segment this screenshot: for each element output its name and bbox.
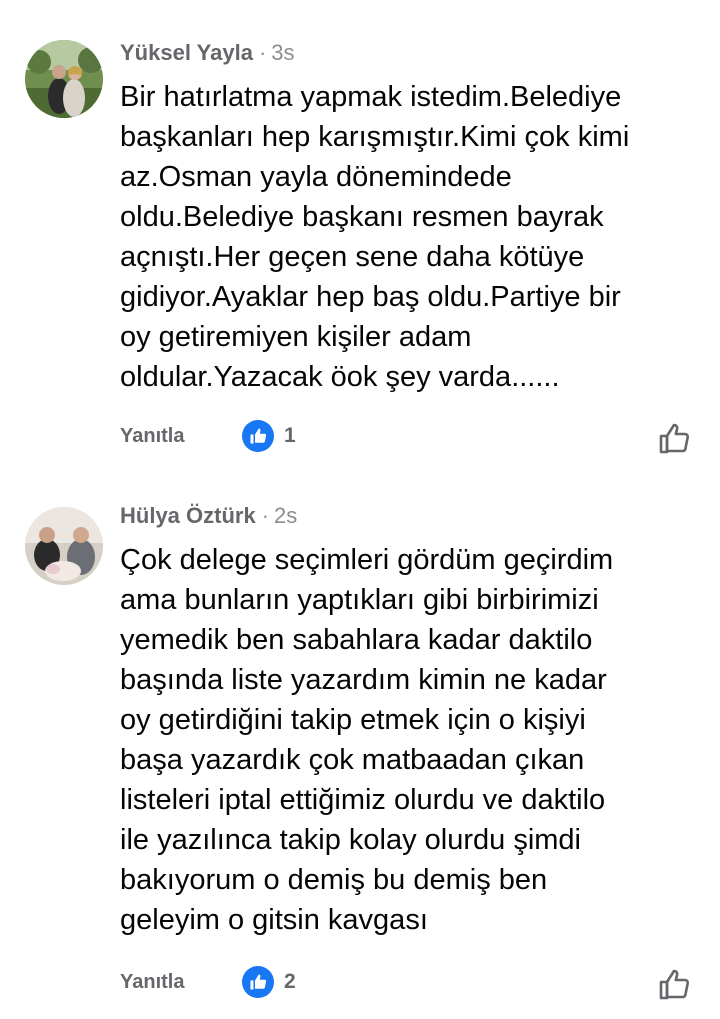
author-name[interactable]: Yüksel Yayla xyxy=(120,40,253,65)
profile-photo-avatar xyxy=(25,40,103,118)
author-name[interactable]: Hülya Öztürk xyxy=(120,503,256,528)
like-button[interactable] xyxy=(656,967,692,1003)
comment-header: Hülya Öztürk · 2s xyxy=(120,503,297,529)
reply-button[interactable]: Yanıtla xyxy=(120,971,184,994)
comment-actions: Yanıtla 2 xyxy=(120,965,710,1005)
comment-actions: Yanıtla 1 xyxy=(120,419,710,459)
reaction-summary[interactable]: 2 xyxy=(242,966,296,998)
thumbs-up-outline-icon xyxy=(659,423,690,454)
thumbs-up-outline-icon xyxy=(659,969,690,1000)
like-button[interactable] xyxy=(656,421,692,457)
like-icon xyxy=(242,420,274,452)
reply-button[interactable]: Yanıtla xyxy=(120,425,184,448)
like-icon xyxy=(242,966,274,998)
separator-dot: · xyxy=(258,40,267,65)
timestamp[interactable]: 3s xyxy=(271,40,294,65)
comment-text: Bir hatırlatma yapmak istedim.Belediye b… xyxy=(120,81,630,393)
separator-dot: · xyxy=(261,503,270,528)
timestamp[interactable]: 2s xyxy=(274,503,297,528)
reaction-summary[interactable]: 1 xyxy=(242,420,296,452)
profile-photo-avatar xyxy=(25,507,103,585)
comment-header: Yüksel Yayla · 3s xyxy=(120,40,295,66)
comment-text: Çok delege seçimleri gördüm geçirdim ama… xyxy=(120,544,614,936)
avatar[interactable] xyxy=(25,507,103,585)
reaction-count: 2 xyxy=(284,970,296,993)
avatar[interactable] xyxy=(25,40,103,118)
reaction-count: 1 xyxy=(284,424,296,447)
